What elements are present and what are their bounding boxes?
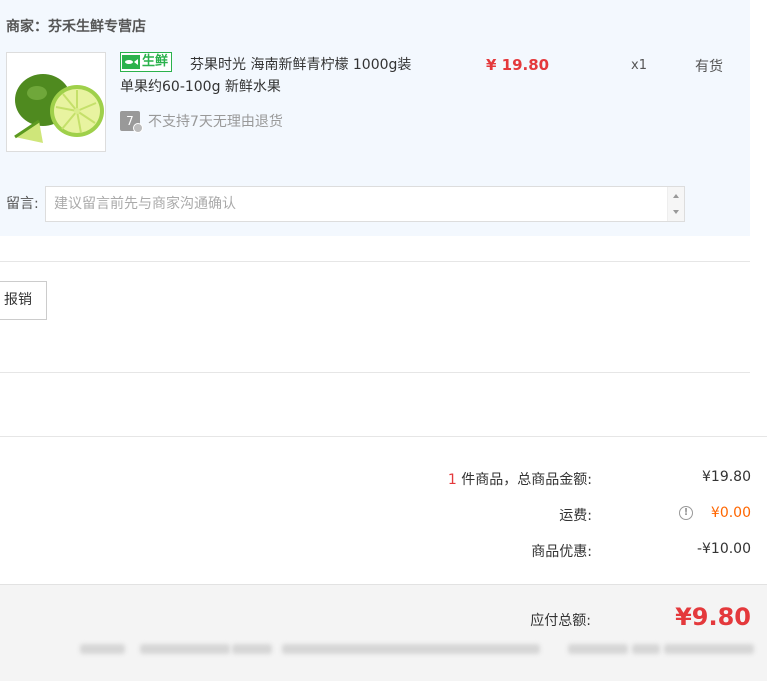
blurred-segment [568, 644, 628, 654]
subtotal-value: ¥19.80 [702, 469, 751, 485]
no-return-icon: 7 [120, 111, 143, 133]
stock-status: 有货 [695, 59, 723, 75]
product-price: ¥ 19.80 [486, 56, 550, 74]
memo-label: 留言: [6, 196, 39, 212]
section-divider [0, 372, 750, 373]
subtotal-label: 1 件商品，总商品金额: [448, 469, 592, 489]
lime-fruit-image [7, 53, 105, 151]
memo-placeholder: 建议留言前先与商家沟通确认 [54, 196, 236, 212]
discount-label: 商品优惠: [531, 544, 592, 560]
total-payable-value: ¥9.80 [675, 603, 751, 631]
shipping-info-icon[interactable]: ! [679, 506, 693, 520]
blurred-segment [664, 644, 754, 654]
blurred-address-text [0, 641, 767, 657]
blurred-segment [282, 644, 540, 654]
total-payable-bar: 应付总额: ¥9.80 [0, 584, 767, 681]
product-image[interactable] [6, 52, 106, 152]
blurred-segment [232, 644, 272, 654]
subtotal-row: 1 件商品，总商品金额: ¥19.80 [0, 469, 767, 489]
merchant-name: 商家：芬禾生鲜专营店 [6, 19, 146, 35]
discount-row: 商品优惠: -¥10.00 [0, 541, 767, 561]
item-count: 1 [447, 472, 457, 488]
memo-scrollbar[interactable] [667, 187, 684, 221]
shipping-label: 运费: [559, 508, 592, 524]
reimbursement-button[interactable]: 报销 [0, 281, 47, 320]
memo-input[interactable]: 建议留言前先与商家沟通确认 [45, 186, 685, 222]
blurred-segment [632, 644, 660, 654]
discount-value: -¥10.00 [696, 541, 751, 557]
blurred-segment [80, 644, 125, 654]
scroll-down-arrow-icon[interactable] [673, 210, 679, 214]
section-divider [0, 261, 750, 262]
shipping-value: ¥0.00 [710, 505, 751, 521]
section-divider [0, 436, 767, 437]
shipping-row: 运费: ! ¥0.00 [0, 505, 767, 525]
return-policy-text: 不支持7天无理由退货 [148, 114, 283, 130]
blurred-segment [140, 644, 230, 654]
product-quantity: x1 [631, 58, 647, 73]
subtotal-label-text: 件商品，总商品金额: [456, 472, 592, 488]
total-payable-label: 应付总额: [530, 613, 591, 629]
merchant-order-panel: 商家：芬禾生鲜专营店 生鲜 芬果时光 海南新鲜青柠檬 1000g装 单果约60-… [0, 0, 750, 236]
scroll-up-arrow-icon[interactable] [673, 194, 679, 198]
product-name-link[interactable]: 芬果时光 海南新鲜青柠檬 1000g装 单果约60-100g 新鲜水果 [120, 54, 420, 98]
